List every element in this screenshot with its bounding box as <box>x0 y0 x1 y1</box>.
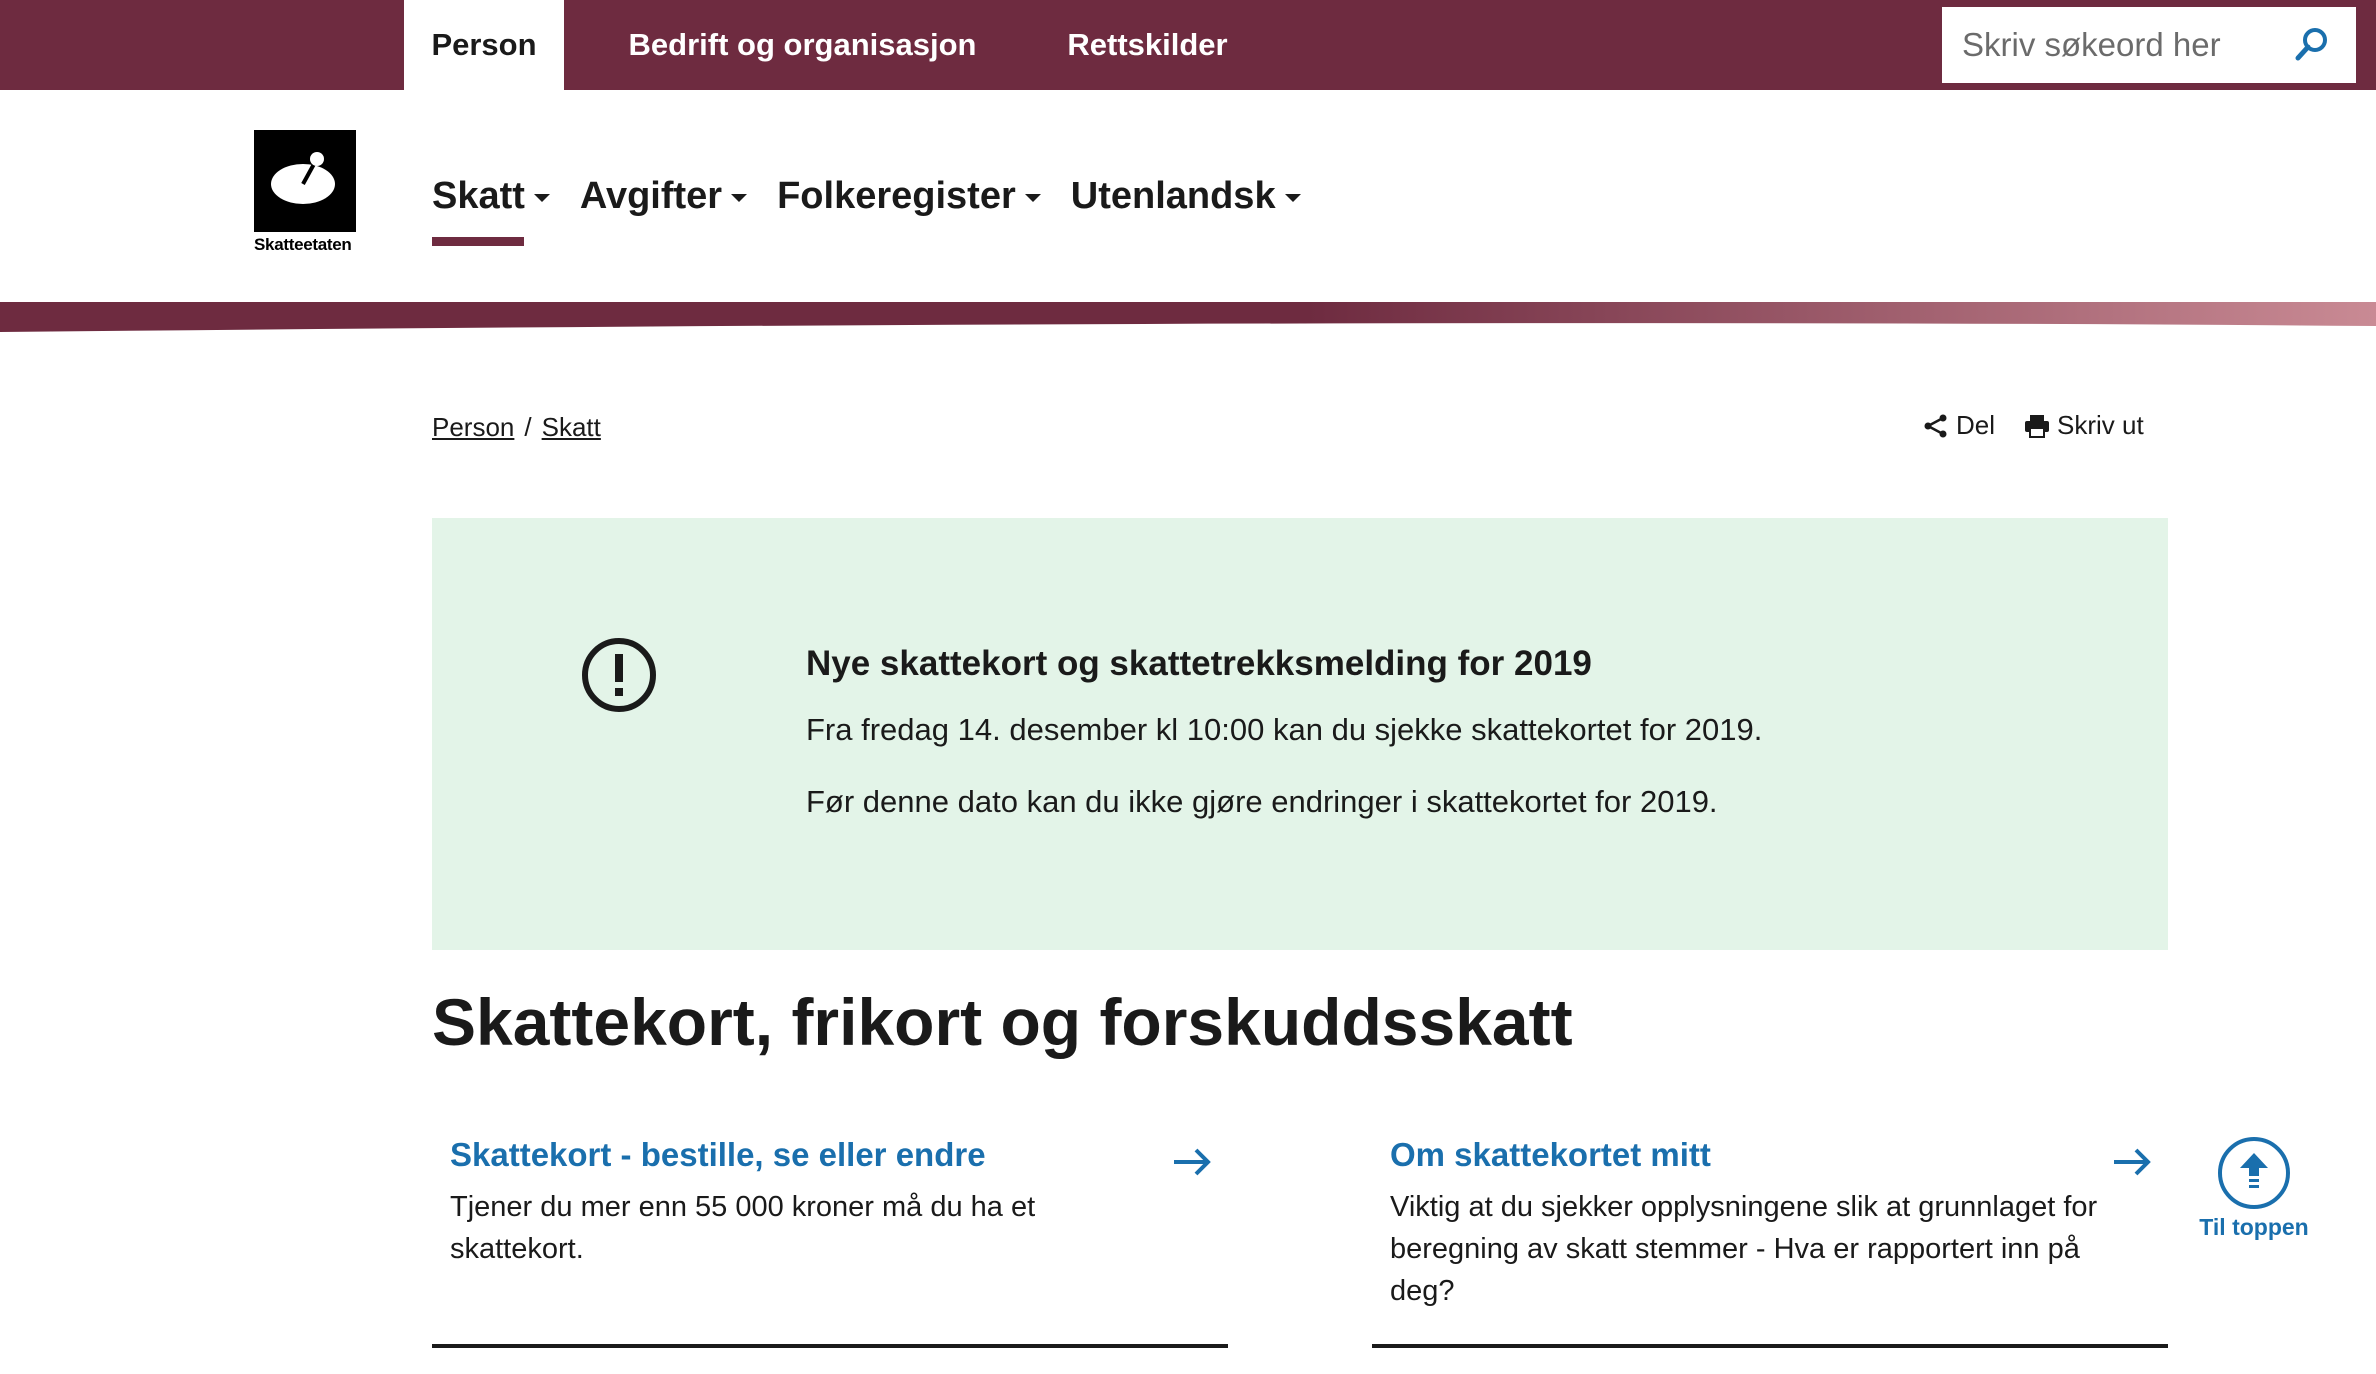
caret-down-icon <box>1024 194 1041 202</box>
info-alert: Nye skattekort og skattetrekksmelding fo… <box>432 518 2168 950</box>
page-actions: Del Skriv ut <box>1922 410 2172 441</box>
nav-item-label: Skatt <box>432 174 525 217</box>
share-icon <box>1924 414 1947 437</box>
search-button[interactable] <box>2292 25 2332 65</box>
active-nav-indicator <box>432 237 524 246</box>
caret-down-icon <box>731 194 748 202</box>
search-input[interactable] <box>1960 25 2274 65</box>
nav-item-label: Folkeregister <box>777 174 1016 217</box>
breadcrumb-link-person[interactable]: Person <box>432 412 514 443</box>
alert-title: Nye skattekort og skattetrekksmelding fo… <box>806 644 1592 683</box>
arrow-right-icon <box>2114 1148 2151 1176</box>
share-button[interactable]: Del <box>1922 410 1995 441</box>
alert-paragraph: Fra fredag 14. desember kl 10:00 kan du … <box>806 712 1763 747</box>
skatteetaten-logo[interactable]: Skatteetaten <box>254 130 356 256</box>
caret-down-icon <box>1284 194 1301 202</box>
arrow-right-icon <box>1174 1148 1211 1176</box>
breadcrumb: Person / Skatt <box>432 412 601 443</box>
print-label: Skriv ut <box>2057 410 2144 440</box>
arrow-up-circle-icon <box>2218 1137 2290 1209</box>
page-title: Skattekort, frikort og forskuddsskatt <box>432 985 1573 1059</box>
logo-text: Skatteetaten <box>254 235 352 254</box>
link-card-skattekort-bestille[interactable]: Skattekort - bestille, se eller endre Tj… <box>432 1130 1228 1348</box>
caret-down-icon <box>533 194 550 202</box>
top-bar: Person Bedrift og organisasjon Rettskild… <box>0 0 2376 90</box>
header-swoosh-divider <box>0 302 2376 332</box>
printer-icon <box>2025 414 2050 438</box>
nav-item-label: Avgifter <box>579 174 723 217</box>
card-title[interactable]: Skattekort - bestille, se eller endre <box>450 1136 986 1174</box>
search-box <box>1942 7 2356 83</box>
exclamation-circle-icon <box>582 638 656 712</box>
breadcrumb-separator: / <box>524 412 532 442</box>
alert-paragraph: Før denne dato kan du ikke gjøre endring… <box>806 784 1718 819</box>
share-label: Del <box>1956 410 1996 440</box>
card-description: Viktig at du sjekker opplysningene slik … <box>1390 1191 2098 1307</box>
link-card-om-skattekortet[interactable]: Om skattekortet mitt Viktig at du sjekke… <box>1372 1130 2168 1348</box>
tab-person[interactable]: Person <box>404 0 564 90</box>
card-description: Tjener du mer enn 55 000 kroner må du ha… <box>450 1191 1036 1265</box>
logo-mark-icon <box>254 130 356 232</box>
tab-bedrift-og-organisasjon[interactable]: Bedrift og organisasjon <box>600 0 1005 90</box>
back-to-top-button[interactable]: Til toppen <box>2196 1136 2312 1241</box>
card-title[interactable]: Om skattekortet mitt <box>1390 1136 1711 1174</box>
nav-item-avgifter[interactable]: Avgifter <box>579 168 748 224</box>
nav-item-utenlandsk[interactable]: Utenlandsk <box>1071 168 1301 224</box>
search-icon <box>2295 28 2327 61</box>
nav-item-label: Utenlandsk <box>1070 174 1276 217</box>
breadcrumb-link-skatt[interactable]: Skatt <box>542 412 601 443</box>
back-to-top-label: Til toppen <box>2199 1214 2309 1240</box>
nav-item-skatt[interactable]: Skatt <box>432 168 550 246</box>
print-button[interactable]: Skriv ut <box>2023 410 2144 441</box>
main-nav: Skatt Avgifter Folkeregister Utenlandsk <box>432 168 1331 246</box>
tab-rettskilder[interactable]: Rettskilder <box>1040 0 1255 90</box>
nav-item-folkeregister[interactable]: Folkeregister <box>777 168 1041 224</box>
